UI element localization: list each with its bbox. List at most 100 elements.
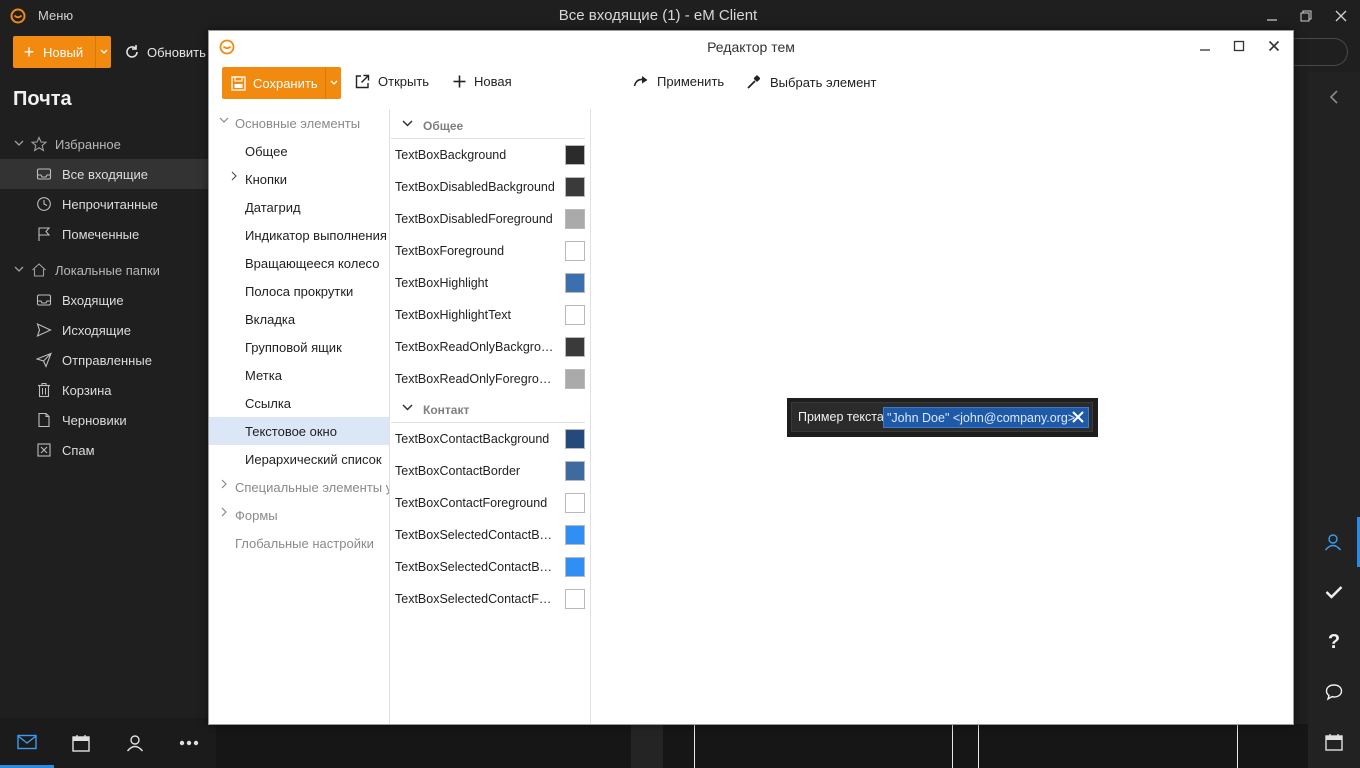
new-dropdown-button[interactable] bbox=[95, 36, 111, 68]
color-swatch[interactable] bbox=[565, 557, 585, 577]
minimize-button[interactable] bbox=[1257, 4, 1287, 28]
color-swatch[interactable] bbox=[565, 429, 585, 449]
flag-icon bbox=[38, 227, 51, 241]
tree-item-global-settings[interactable]: Глобальные настройки bbox=[209, 529, 389, 557]
tree-item-textbox[interactable]: Текстовое окно bbox=[209, 417, 389, 445]
section-contact-header[interactable]: Контакт bbox=[391, 395, 585, 423]
color-swatch[interactable] bbox=[565, 369, 585, 389]
property-row[interactable]: TextBoxHighlightText bbox=[391, 299, 591, 331]
calendar-icon bbox=[72, 735, 90, 752]
tree-item-tab[interactable]: Вкладка bbox=[209, 305, 389, 333]
module-switcher bbox=[0, 718, 216, 768]
sample-textbox[interactable]: Пример текста "John Doe" <john@company.o… bbox=[791, 402, 1093, 432]
property-row[interactable]: TextBoxSelectedContactForeground bbox=[391, 583, 591, 615]
sidebar-item-unread[interactable]: Непрочитанные bbox=[0, 189, 208, 219]
property-row[interactable]: TextBoxContactBorder bbox=[391, 455, 591, 487]
property-row[interactable]: TextBoxDisabledBackground bbox=[391, 171, 591, 203]
new-theme-button[interactable]: Новая bbox=[453, 74, 512, 89]
tree-item-tree-list[interactable]: Иерархический список bbox=[209, 445, 389, 473]
refresh-button[interactable]: Обновить bbox=[124, 44, 206, 60]
save-dropdown-button[interactable] bbox=[325, 67, 341, 99]
restore-button[interactable] bbox=[1291, 4, 1321, 28]
sidebar-group-local-folders[interactable]: Локальные папки bbox=[0, 255, 208, 285]
help-button[interactable]: ? bbox=[1308, 617, 1360, 667]
tree-item-progress-indicator[interactable]: Индикатор выполнения bbox=[209, 221, 389, 249]
sidebar-item-drafts[interactable]: Черновики bbox=[0, 405, 208, 435]
color-swatch[interactable] bbox=[565, 305, 585, 325]
mail-module-button[interactable] bbox=[0, 718, 54, 768]
sidebar-group-favorites[interactable]: Избранное bbox=[0, 129, 208, 159]
sidebar-item-spam[interactable]: Спам bbox=[0, 435, 208, 465]
tree-item-label-control[interactable]: Метка bbox=[209, 361, 389, 389]
property-name: TextBoxContactBorder bbox=[395, 464, 521, 478]
color-swatch[interactable] bbox=[565, 461, 585, 481]
collapse-panel-button[interactable] bbox=[1308, 72, 1360, 122]
close-button[interactable] bbox=[1326, 4, 1356, 28]
dialog-maximize-button[interactable] bbox=[1226, 35, 1252, 57]
close-icon bbox=[1268, 40, 1280, 52]
property-row[interactable]: TextBoxReadOnlyBackground bbox=[391, 331, 591, 363]
property-row[interactable]: TextBoxForeground bbox=[391, 235, 591, 267]
property-row[interactable]: TextBoxReadOnlyForeground bbox=[391, 363, 591, 395]
color-swatch[interactable] bbox=[565, 525, 585, 545]
dialog-minimize-button[interactable] bbox=[1192, 35, 1218, 57]
contacts-module-button[interactable] bbox=[108, 718, 162, 768]
color-swatch[interactable] bbox=[565, 209, 585, 229]
sidebar-item-flagged[interactable]: Помеченные bbox=[0, 219, 208, 249]
open-button[interactable]: Открыть bbox=[355, 74, 429, 89]
color-swatch[interactable] bbox=[565, 589, 585, 609]
tree-item-datagrid[interactable]: Датагрид bbox=[209, 193, 389, 221]
sidebar-item-outbox[interactable]: Исходящие bbox=[0, 315, 208, 345]
property-row[interactable]: TextBoxHighlight bbox=[391, 267, 591, 299]
tree-item-buttons[interactable]: Кнопки bbox=[209, 165, 389, 193]
question-icon: ? bbox=[1327, 630, 1341, 653]
property-row[interactable]: TextBoxDisabledForeground bbox=[391, 203, 591, 235]
save-button[interactable]: Сохранить bbox=[222, 67, 341, 99]
sidebar-item-inbox[interactable]: Входящие bbox=[0, 285, 208, 315]
remove-contact-icon[interactable] bbox=[1071, 410, 1085, 424]
property-row[interactable]: TextBoxContactForeground bbox=[391, 487, 591, 519]
tree-item-general[interactable]: Общее bbox=[209, 137, 389, 165]
section-general-header[interactable]: Общее bbox=[391, 111, 585, 139]
sidebar-item-all-inbox[interactable]: Все входящие bbox=[0, 159, 208, 189]
color-swatch[interactable] bbox=[565, 241, 585, 261]
property-name: TextBoxBackground bbox=[395, 148, 507, 162]
search-input[interactable] bbox=[1290, 38, 1348, 66]
property-row[interactable]: TextBoxSelectedContactBorder bbox=[391, 551, 591, 583]
color-swatch[interactable] bbox=[565, 177, 585, 197]
apply-button[interactable]: Применить bbox=[633, 74, 724, 89]
contact-details-button[interactable] bbox=[1308, 517, 1360, 567]
pick-element-button[interactable]: Выбрать элемент bbox=[746, 74, 876, 90]
clock-icon bbox=[37, 197, 51, 211]
new-theme-label: Новая bbox=[474, 74, 512, 89]
tasks-button[interactable] bbox=[1308, 567, 1360, 617]
tree-item-forms[interactable]: Формы bbox=[209, 501, 389, 529]
color-swatch[interactable] bbox=[565, 493, 585, 513]
tree-item-spinner[interactable]: Вращающееся колесо bbox=[209, 249, 389, 277]
color-swatch[interactable] bbox=[565, 145, 585, 165]
sidebar-item-trash[interactable]: Корзина bbox=[0, 375, 208, 405]
tree-item-groupbox[interactable]: Групповой ящик bbox=[209, 333, 389, 361]
tree-item-label: Метка bbox=[245, 368, 282, 383]
contact-chip[interactable]: "John Doe" <john@company.org> bbox=[883, 407, 1089, 428]
chat-button[interactable] bbox=[1308, 667, 1360, 717]
tree-item-link[interactable]: Ссылка bbox=[209, 389, 389, 417]
new-button[interactable]: + Новый bbox=[13, 36, 111, 68]
apply-label: Применить bbox=[657, 74, 725, 89]
tree-item-basic-elements[interactable]: Основные элементы bbox=[209, 109, 389, 137]
dialog-close-button[interactable] bbox=[1261, 35, 1287, 57]
color-swatch[interactable] bbox=[565, 337, 585, 357]
tree-item-scrollbar[interactable]: Полоса прокрутки bbox=[209, 277, 389, 305]
property-row[interactable]: TextBoxSelectedContactBackground bbox=[391, 519, 591, 551]
open-external-icon bbox=[355, 74, 370, 89]
property-row[interactable]: TextBoxContactBackground bbox=[391, 423, 591, 455]
property-row[interactable]: TextBoxBackground bbox=[391, 139, 591, 171]
agenda-button[interactable] bbox=[1308, 717, 1360, 767]
color-swatch[interactable] bbox=[565, 273, 585, 293]
calendar-module-button[interactable] bbox=[54, 718, 108, 768]
tree-item-special-controls[interactable]: Специальные элементы управления bbox=[209, 473, 389, 501]
sidebar-item-sent[interactable]: Отправленные bbox=[0, 345, 208, 375]
sidebar-item-label: Все входящие bbox=[62, 167, 149, 182]
more-modules-button[interactable] bbox=[162, 718, 216, 768]
refresh-icon bbox=[126, 45, 138, 58]
